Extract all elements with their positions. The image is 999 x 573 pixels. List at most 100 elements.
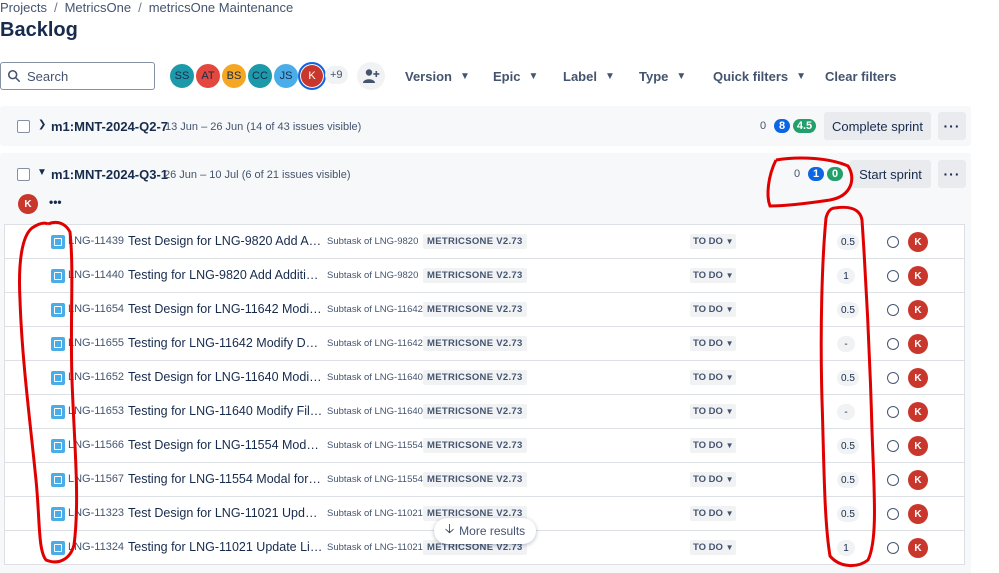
status-dropdown[interactable]: TO DO ▼ bbox=[690, 336, 736, 351]
assignee-avatar[interactable]: K bbox=[908, 402, 928, 422]
issue-parent[interactable]: Subtask of LNG-9820 bbox=[327, 236, 418, 247]
status-dropdown[interactable]: TO DO ▼ bbox=[690, 472, 736, 487]
issue-summary[interactable]: Test Design for LNG-11640 Modify... bbox=[128, 370, 324, 384]
story-points[interactable]: 0.5 bbox=[837, 302, 859, 318]
issue-key[interactable]: LNG-11654 bbox=[68, 303, 124, 315]
avatar-bs[interactable]: BS bbox=[220, 62, 248, 90]
sprint-checkbox[interactable] bbox=[17, 120, 30, 133]
issue-key[interactable]: LNG-11566 bbox=[68, 439, 124, 451]
avatar-more-button[interactable]: +9 bbox=[325, 66, 348, 84]
sprint-header[interactable]: ▼ m1:MNT-2024-Q3-1 26 Jun – 10 Jul (6 of… bbox=[0, 153, 971, 193]
assignee-avatar[interactable]: K bbox=[908, 300, 928, 320]
issue-summary[interactable]: Testing for LNG-9820 Add Addition... bbox=[128, 268, 324, 282]
issue-parent[interactable]: Subtask of LNG-11640 bbox=[327, 372, 423, 383]
issue-summary[interactable]: Testing for LNG-11021 Update Line... bbox=[128, 540, 324, 554]
story-points[interactable]: 0.5 bbox=[837, 506, 859, 522]
assignee-avatar-k[interactable]: K bbox=[18, 194, 38, 214]
issue-summary[interactable]: Test Design for LNG-11554 Modal ... bbox=[128, 438, 324, 452]
issue-key[interactable]: LNG-11655 bbox=[68, 337, 124, 349]
issue-row[interactable]: LNG-11652 Test Design for LNG-11640 Modif… bbox=[5, 361, 964, 395]
issue-parent[interactable]: Subtask of LNG-11021 bbox=[327, 542, 423, 553]
filter-quick-filters[interactable]: Quick filters▼ bbox=[713, 62, 806, 90]
assignee-avatar[interactable]: K bbox=[908, 334, 928, 354]
status-dropdown[interactable]: TO DO ▼ bbox=[690, 302, 736, 317]
issue-parent[interactable]: Subtask of LNG-11640 bbox=[327, 406, 423, 417]
assignee-avatar[interactable]: K bbox=[908, 504, 928, 524]
issue-parent[interactable]: Subtask of LNG-11642 bbox=[327, 304, 423, 315]
filter-epic[interactable]: Epic▼ bbox=[493, 62, 538, 90]
status-dropdown[interactable]: TO DO ▼ bbox=[690, 506, 736, 521]
status-dropdown[interactable]: TO DO ▼ bbox=[690, 404, 736, 419]
assignee-avatar[interactable]: K bbox=[908, 436, 928, 456]
filter-version[interactable]: Version▼ bbox=[405, 62, 470, 90]
issue-row[interactable]: LNG-11440 Testing for LNG-9820 Add Additi… bbox=[5, 259, 964, 293]
avatar-cc[interactable]: CC bbox=[246, 62, 274, 90]
assignee-avatar[interactable]: K bbox=[908, 266, 928, 286]
assignee-avatar[interactable]: K bbox=[908, 232, 928, 252]
avatar-k[interactable]: K bbox=[298, 62, 326, 90]
issue-row[interactable]: LNG-11567 Testing for LNG-11554 Modal for… bbox=[5, 463, 964, 497]
story-points[interactable]: 0.5 bbox=[837, 438, 859, 454]
search-box[interactable] bbox=[0, 62, 155, 90]
more-results-button[interactable]: 🡣More results bbox=[434, 518, 536, 544]
issue-row[interactable]: LNG-11655 Testing for LNG-11642 Modify Da… bbox=[5, 327, 964, 361]
complete-sprint-button[interactable]: Complete sprint bbox=[824, 112, 931, 140]
issue-key[interactable]: LNG-11653 bbox=[68, 405, 124, 417]
issue-summary[interactable]: Testing for LNG-11640 Modify Filte... bbox=[128, 404, 324, 418]
story-points[interactable]: 0.5 bbox=[837, 472, 859, 488]
avatar-js[interactable]: JS bbox=[272, 62, 300, 90]
issue-parent[interactable]: Subtask of LNG-11642 bbox=[327, 338, 423, 349]
add-people-button[interactable] bbox=[357, 62, 385, 90]
issue-parent[interactable]: Subtask of LNG-11021 bbox=[327, 508, 423, 519]
status-dropdown[interactable]: TO DO ▼ bbox=[690, 540, 736, 555]
breadcrumb-maintenance[interactable]: metricsOne Maintenance bbox=[149, 0, 294, 15]
issue-key[interactable]: LNG-11652 bbox=[68, 371, 124, 383]
issue-row[interactable]: LNG-11654 Test Design for LNG-11642 Modif… bbox=[5, 293, 964, 327]
filter-label[interactable]: Label▼ bbox=[563, 62, 615, 90]
start-sprint-button[interactable]: Start sprint bbox=[850, 160, 931, 188]
chevron-down-icon[interactable]: ▼ bbox=[37, 167, 47, 178]
breadcrumb-projects[interactable]: Projects bbox=[0, 0, 47, 15]
issue-summary[interactable]: Test Design for LNG-11021 Update... bbox=[128, 506, 324, 520]
status-dropdown[interactable]: TO DO ▼ bbox=[690, 438, 736, 453]
story-points[interactable]: 0.5 bbox=[837, 370, 859, 386]
status-dropdown[interactable]: TO DO ▼ bbox=[690, 370, 736, 385]
more-actions-icon[interactable]: ··· bbox=[938, 160, 966, 188]
status-dropdown[interactable]: TO DO ▼ bbox=[690, 234, 736, 249]
issue-parent[interactable]: Subtask of LNG-11554 bbox=[327, 474, 423, 485]
assignee-avatar[interactable]: K bbox=[908, 368, 928, 388]
chevron-right-icon[interactable]: ❯ bbox=[38, 119, 46, 130]
more-icon[interactable]: ••• bbox=[49, 195, 62, 209]
clear-filters-button[interactable]: Clear filters bbox=[825, 62, 897, 90]
issue-summary[interactable]: Testing for LNG-11642 Modify Dat... bbox=[128, 336, 324, 350]
status-dropdown[interactable]: TO DO ▼ bbox=[690, 268, 736, 283]
issue-key[interactable]: LNG-11324 bbox=[68, 541, 124, 553]
story-points[interactable]: - bbox=[837, 404, 855, 420]
more-actions-icon[interactable]: ··· bbox=[938, 112, 966, 140]
avatar-at[interactable]: AT bbox=[194, 62, 222, 90]
search-input[interactable] bbox=[27, 69, 147, 84]
issue-key[interactable]: LNG-11440 bbox=[68, 269, 124, 281]
issue-summary[interactable]: Test Design for LNG-9820 Add Add... bbox=[128, 234, 324, 248]
issue-key[interactable]: LNG-11323 bbox=[68, 507, 124, 519]
assignee-avatar[interactable]: K bbox=[908, 538, 928, 558]
sprint-header[interactable]: ❯ m1:MNT-2024-Q2-7 13 Jun – 26 Jun (14 o… bbox=[0, 106, 971, 146]
story-points[interactable]: 1 bbox=[837, 540, 855, 556]
sprint-checkbox[interactable] bbox=[17, 168, 30, 181]
filter-type[interactable]: Type▼ bbox=[639, 62, 686, 90]
issue-summary[interactable]: Testing for LNG-11554 Modal for u... bbox=[128, 472, 324, 486]
issue-key[interactable]: LNG-11439 bbox=[68, 235, 124, 247]
issue-row[interactable]: LNG-11439 Test Design for LNG-9820 Add Ad… bbox=[5, 225, 964, 259]
breadcrumb-metricsone[interactable]: MetricsOne bbox=[65, 0, 131, 15]
story-points[interactable]: 0.5 bbox=[837, 234, 859, 250]
avatar-ss[interactable]: SS bbox=[168, 62, 196, 90]
assignee-avatar[interactable]: K bbox=[908, 470, 928, 490]
issue-row[interactable]: LNG-11653 Testing for LNG-11640 Modify Fi… bbox=[5, 395, 964, 429]
story-points[interactable]: - bbox=[837, 336, 855, 352]
issue-row[interactable]: LNG-11566 Test Design for LNG-11554 Modal… bbox=[5, 429, 964, 463]
issue-parent[interactable]: Subtask of LNG-9820 bbox=[327, 270, 418, 281]
issue-key[interactable]: LNG-11567 bbox=[68, 473, 124, 485]
issue-parent[interactable]: Subtask of LNG-11554 bbox=[327, 440, 423, 451]
issue-summary[interactable]: Test Design for LNG-11642 Modify... bbox=[128, 302, 324, 316]
story-points[interactable]: 1 bbox=[837, 268, 855, 284]
